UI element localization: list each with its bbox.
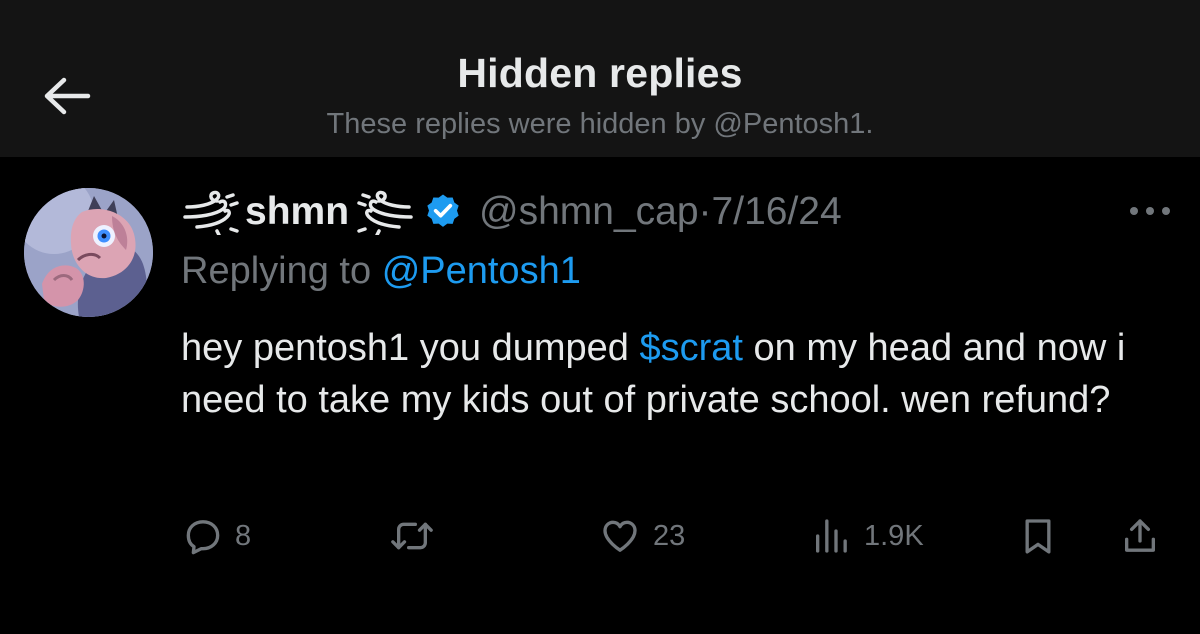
- retweet-button[interactable]: [388, 514, 436, 558]
- author-handle-and-date: @shmn_cap·7/16/24: [479, 190, 842, 234]
- share-button[interactable]: [1120, 514, 1160, 558]
- author-handle[interactable]: @shmn_cap: [479, 190, 699, 233]
- like-button[interactable]: 23: [599, 514, 685, 558]
- avatar-image: [24, 188, 153, 317]
- cashtag-link[interactable]: $scrat: [639, 327, 742, 369]
- views-icon: [816, 519, 847, 553]
- avatar[interactable]: [24, 188, 153, 317]
- tweet-author-row: shmn @shmn_cap·7/16/24: [181, 186, 842, 238]
- retweet-icon: [391, 522, 433, 550]
- tweet-text-part: hey pentosh1 you dumped: [181, 327, 629, 369]
- replying-to-label: Replying to: [181, 250, 372, 292]
- tweet-date[interactable]: 7/16/24: [712, 190, 842, 233]
- bookmark-icon: [1025, 519, 1051, 554]
- more-options-button[interactable]: [1122, 196, 1178, 226]
- views-count: 1.9K: [864, 519, 924, 552]
- author-display-name[interactable]: shmn: [245, 190, 349, 234]
- reply-icon: [186, 520, 220, 555]
- reply-count: 8: [235, 519, 252, 552]
- heart-icon: [603, 520, 637, 552]
- views-button[interactable]: 1.9K: [810, 514, 924, 558]
- like-count: 23: [653, 519, 686, 552]
- page-title: Hidden replies: [457, 50, 743, 96]
- reply-button[interactable]: 8: [183, 514, 251, 558]
- verified-badge-icon[interactable]: [423, 192, 463, 232]
- more-horizontal-icon: [1130, 207, 1170, 215]
- swirl-emoji-icon: [357, 190, 413, 235]
- replying-to-mention[interactable]: @Pentosh1: [382, 250, 581, 292]
- meta-separator: ·: [698, 190, 712, 233]
- page-header: Hidden replies These replies were hidden…: [0, 0, 1200, 157]
- tweet-text: hey pentosh1 you dumped $scrat on my hea…: [181, 322, 1186, 426]
- swirl-emoji-icon: [183, 190, 239, 235]
- share-icon: [1125, 519, 1155, 552]
- replying-to-line: Replying to @Pentosh1: [181, 250, 581, 293]
- page-subtitle: These replies were hidden by @Pentosh1.: [326, 108, 874, 140]
- bookmark-button[interactable]: [1018, 514, 1058, 558]
